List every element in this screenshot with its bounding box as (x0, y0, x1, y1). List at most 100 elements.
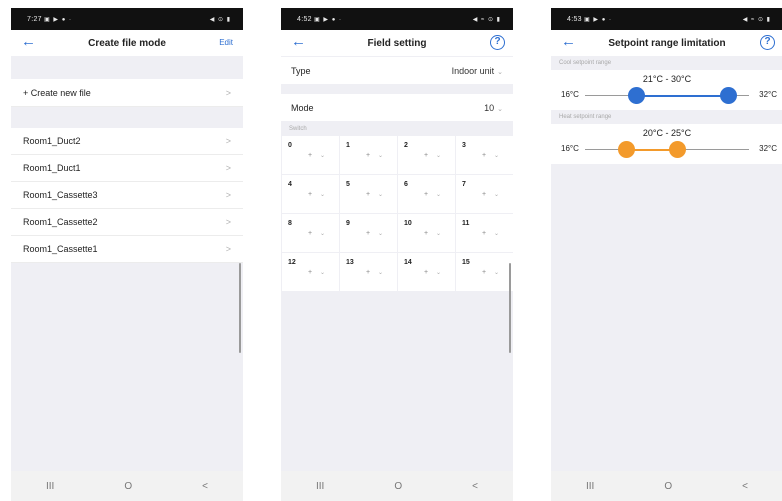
back-icon[interactable]: < (202, 481, 208, 492)
phone-screen-field-setting: 4:52 ▣ ▶ ● · ◀ ≈ ⊙ ▮ ← Field setting ? T… (281, 8, 513, 501)
dropdown-arrow-icon: ⌄ (436, 153, 442, 159)
switch-number: 5 (346, 181, 350, 188)
chevron-right-icon: > (225, 217, 231, 227)
home-icon[interactable]: O (664, 481, 672, 492)
status-bar: 7:27 ▣ ▶ ● · ◀ ⊙ ▮ (11, 8, 243, 30)
switch-number: 12 (288, 259, 296, 266)
file-list-item[interactable]: Room1_Duct2 > (11, 128, 243, 155)
switch-number: 4 (288, 181, 292, 188)
file-list-item[interactable]: Room1_Cassette1 > (11, 236, 243, 263)
switch-cell[interactable]: 1 + ⌄ (340, 136, 397, 174)
switch-cell[interactable]: 14 + ⌄ (398, 253, 455, 291)
mode-value: 10 (484, 102, 495, 113)
cool-max-label: 32°C (759, 90, 777, 99)
heat-max-label: 32°C (759, 144, 777, 153)
switch-cell[interactable]: 8 + ⌄ (282, 214, 339, 252)
nav-bar: ← Setpoint range limitation ? (551, 30, 782, 56)
android-nav-bar: III O < (281, 471, 513, 501)
status-notification-icons: ▣ ▶ ● · (314, 16, 342, 23)
chevron-right-icon: > (225, 190, 231, 200)
back-arrow-icon[interactable]: ← (21, 33, 36, 51)
switch-number: 15 (462, 259, 470, 266)
type-value: Indoor unit (451, 65, 495, 76)
switch-value: + (482, 191, 487, 198)
switch-value: + (366, 269, 371, 276)
switch-cell[interactable]: 10 + ⌄ (398, 214, 455, 252)
type-label: Type (291, 65, 311, 76)
recent-apps-icon[interactable]: III (586, 481, 594, 492)
switch-value: + (482, 152, 487, 159)
switch-number: 1 (346, 142, 350, 149)
help-icon[interactable]: ? (490, 35, 505, 50)
switch-number: 9 (346, 220, 350, 227)
file-name: Room1_Duct2 (23, 136, 81, 146)
switch-cell[interactable]: 13 + ⌄ (340, 253, 397, 291)
switch-cell[interactable]: 7 + ⌄ (456, 175, 513, 213)
switch-value: + (308, 191, 313, 198)
switch-number: 13 (346, 259, 354, 266)
recent-apps-icon[interactable]: III (46, 481, 54, 492)
dropdown-arrow-icon: ⌄ (436, 231, 442, 237)
dropdown-arrow-icon: ⌄ (494, 270, 500, 276)
dropdown-arrow-icon: ⌄ (378, 231, 384, 237)
switch-grid: 0 + ⌄ 1 + ⌄ 2 + ⌄ 3 + ⌄ 4 + ⌄ 5 + ⌄ 6 + ⌄ 7 + ⌄ 8 + ⌄ 9 + ⌄ 10 + ⌄ 11 + ⌄ 12… (281, 136, 513, 291)
recent-apps-icon[interactable]: III (316, 481, 324, 492)
edit-button[interactable]: Edit (219, 38, 233, 47)
cool-range-label: Cool setpoint range (559, 60, 612, 66)
scrollbar[interactable] (509, 263, 511, 353)
cool-range-value: 21°C - 30°C (642, 74, 692, 84)
home-icon[interactable]: O (394, 481, 402, 492)
cool-range-slider[interactable]: 21°C - 30°C 16°C 32°C (551, 70, 782, 110)
switch-cell[interactable]: 3 + ⌄ (456, 136, 513, 174)
status-bar: 4:53 ▣ ▶ ● · ◀ ≈ ⊙ ▮ (551, 8, 782, 30)
dropdown-arrow-icon: ⌄ (378, 153, 384, 159)
status-system-icons: ◀ ≈ ⊙ ▮ (472, 16, 501, 23)
help-icon[interactable]: ? (760, 35, 775, 50)
back-icon[interactable]: < (472, 481, 478, 492)
dropdown-arrow-icon: ⌄ (494, 192, 500, 198)
switch-cell[interactable]: 11 + ⌄ (456, 214, 513, 252)
heat-high-thumb[interactable] (668, 141, 686, 158)
nav-bar: ← Field setting ? (281, 30, 513, 56)
heat-range-value: 20°C - 25°C (642, 128, 692, 138)
heat-min-label: 16°C (561, 144, 579, 153)
dropdown-arrow-icon: ⌄ (320, 153, 326, 159)
scrollbar[interactable] (239, 263, 241, 353)
file-name: Room1_Cassette1 (23, 244, 98, 254)
file-list-item[interactable]: Room1_Cassette3 > (11, 182, 243, 209)
back-icon[interactable]: < (742, 481, 748, 492)
create-new-file-item[interactable]: + Create new file > (11, 79, 243, 107)
switch-cell[interactable]: 5 + ⌄ (340, 175, 397, 213)
file-name: Room1_Cassette2 (23, 217, 98, 227)
mode-select[interactable]: 10 ⌄ (484, 103, 503, 113)
switch-cell[interactable]: 0 + ⌄ (282, 136, 339, 174)
type-row[interactable]: Type Indoor unit ⌄ (281, 57, 513, 84)
switch-cell[interactable]: 6 + ⌄ (398, 175, 455, 213)
switch-cell[interactable]: 15 + ⌄ (456, 253, 513, 291)
file-list-item[interactable]: Room1_Duct1 > (11, 155, 243, 182)
switch-cell[interactable]: 2 + ⌄ (398, 136, 455, 174)
switch-number: 3 (462, 142, 466, 149)
file-list-item[interactable]: Room1_Cassette2 > (11, 209, 243, 236)
switch-value: + (308, 269, 313, 276)
type-select[interactable]: Indoor unit ⌄ (452, 66, 503, 76)
home-icon[interactable]: O (124, 481, 132, 492)
switch-number: 11 (462, 220, 470, 227)
cool-high-thumb[interactable] (720, 87, 737, 104)
switch-cell[interactable]: 12 + ⌄ (282, 253, 339, 291)
switch-cell[interactable]: 4 + ⌄ (282, 175, 339, 213)
switch-number: 8 (288, 220, 292, 227)
dropdown-arrow-icon: ⌄ (320, 270, 326, 276)
cool-low-thumb[interactable] (627, 87, 645, 104)
switch-value: + (366, 230, 371, 237)
switch-cell[interactable]: 9 + ⌄ (340, 214, 397, 252)
heat-low-thumb[interactable] (617, 141, 635, 158)
back-arrow-icon[interactable]: ← (291, 33, 306, 51)
mode-row[interactable]: Mode 10 ⌄ (281, 94, 513, 121)
heat-range-slider[interactable]: 20°C - 25°C 16°C 32°C (551, 124, 782, 164)
back-arrow-icon[interactable]: ← (561, 33, 576, 51)
heat-range-label: Heat setpoint range (559, 114, 612, 120)
phone-screen-setpoint-range: 4:53 ▣ ▶ ● · ◀ ≈ ⊙ ▮ ← Setpoint range li… (551, 8, 782, 501)
status-time: 4:53 (567, 15, 582, 23)
